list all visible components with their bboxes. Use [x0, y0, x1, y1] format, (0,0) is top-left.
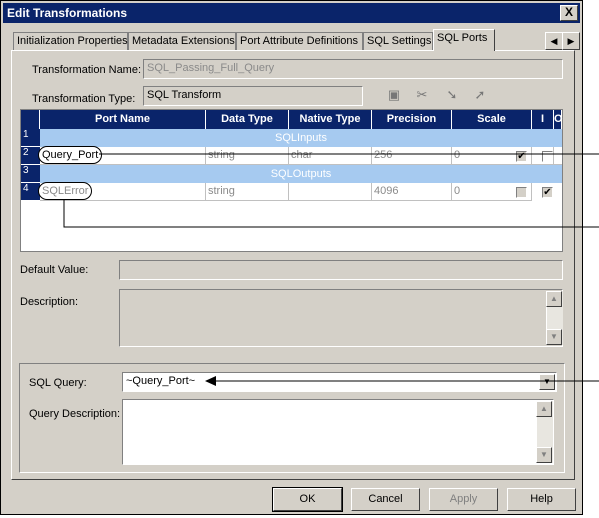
callout-lines [63, 153, 599, 386]
callout-line-sqlerror [63, 199, 599, 228]
tab-sql-ports[interactable]: SQL Ports [433, 29, 495, 51]
callout-arrowhead [205, 376, 216, 386]
